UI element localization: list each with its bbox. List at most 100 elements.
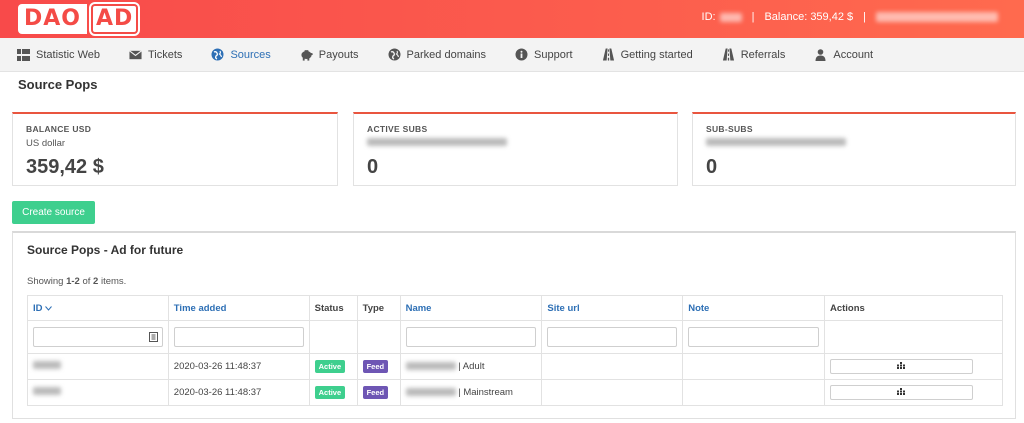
card-value: 0: [706, 156, 718, 178]
nav-parked-domains[interactable]: Parked domains: [388, 48, 487, 61]
site-url-cell: [541, 379, 684, 406]
card-sub-redacted: [367, 138, 664, 149]
nav-label: Payouts: [318, 48, 359, 61]
filter-row: [27, 320, 1004, 354]
card-sub-redacted: [706, 138, 1002, 149]
nav-statistic-web[interactable]: Statistic Web: [17, 48, 100, 61]
summary-prefix: Showing: [27, 276, 67, 287]
id-cell-redacted: [27, 353, 169, 380]
filter-cell: [541, 320, 684, 354]
time-added-cell: 2020-03-26 11:48:37: [167, 379, 310, 406]
user-email-redacted[interactable]: [876, 12, 998, 22]
name-cell: | Mainstream: [399, 379, 543, 406]
column-header-note[interactable]: Note: [682, 295, 825, 321]
nav-label: Getting started: [620, 48, 693, 61]
filter-cell: [308, 320, 358, 354]
note-cell: [682, 379, 825, 406]
sort-chevron-down-icon: [45, 303, 53, 314]
panel-title: Source Pops - Ad for future: [27, 243, 184, 257]
nav-label: Sources: [230, 48, 271, 61]
sub-subs-card: SUB-SUBS 0: [692, 112, 1016, 186]
name-suffix: | Mainstream: [458, 387, 513, 398]
card-label: BALANCE USD: [26, 124, 92, 134]
nav-label: Referrals: [740, 48, 786, 61]
filter-cell: [682, 320, 825, 354]
items-summary: Showing 1-2 of 2 items.: [27, 276, 126, 287]
logo-ad-text: AD: [91, 4, 139, 34]
actions-cell: [823, 353, 1004, 380]
road-icon: [722, 48, 735, 61]
id-cell-redacted: [27, 379, 169, 406]
nav-support[interactable]: Support: [515, 48, 573, 61]
column-header-name[interactable]: Name: [399, 295, 543, 321]
create-source-button[interactable]: Create source: [12, 201, 95, 224]
nav-account[interactable]: Account: [814, 48, 873, 61]
filter-cell: [399, 320, 543, 354]
site-url-cell: [541, 353, 684, 380]
nav-referrals[interactable]: Referrals: [722, 48, 786, 61]
note-cell: [682, 353, 825, 380]
user-id-redacted: [719, 12, 742, 22]
nav-getting-started[interactable]: Getting started: [602, 48, 693, 61]
type-cell: Feed: [356, 353, 401, 380]
id-filter-input[interactable]: [33, 327, 163, 347]
active-subs-card: ACTIVE SUBS 0: [353, 112, 678, 186]
summary-mid: of: [79, 276, 94, 287]
column-header-id[interactable]: ID: [27, 295, 169, 321]
sources-panel: Source Pops - Ad for future Showing 1-2 …: [12, 231, 1016, 419]
dao-ad-logo[interactable]: DAO AD: [18, 4, 139, 34]
actions-cell: [823, 379, 1004, 406]
globe-icon: [211, 48, 224, 61]
type-badge: Feed: [362, 360, 389, 373]
filter-list-icon: [148, 332, 158, 345]
user-id-label: ID:: [701, 11, 716, 23]
balance-display: Balance: 359,42 $: [764, 11, 854, 23]
actions-menu-button[interactable]: [829, 359, 973, 374]
column-header-type: Type: [356, 295, 401, 321]
card-sub: US dollar: [26, 138, 66, 149]
status-badge: Active: [314, 360, 346, 373]
card-label: SUB-SUBS: [706, 124, 753, 134]
road-icon: [602, 48, 615, 61]
filter-cell: [167, 320, 310, 354]
card-value: 0: [367, 156, 379, 178]
nav-label: Tickets: [148, 48, 183, 61]
balance-card: BALANCE USD US dollar 359,42 $: [12, 112, 338, 186]
note-filter-input[interactable]: [688, 327, 819, 347]
sources-table: ID Time added Status Type Name Site url …: [27, 295, 1004, 406]
site-url-filter-input[interactable]: [547, 327, 678, 347]
table-row: 2020-03-26 11:48:37 Active Feed | Mainst…: [27, 379, 1004, 406]
table-row: 2020-03-26 11:48:37 Active Feed | Adult: [27, 353, 1004, 380]
nav-payouts[interactable]: Payouts: [300, 48, 359, 61]
card-label: ACTIVE SUBS: [367, 124, 428, 134]
logo-dao-text: DAO: [18, 4, 87, 34]
nav-label: Parked domains: [406, 48, 487, 61]
nav-sources[interactable]: Sources: [211, 48, 271, 61]
column-header-site-url[interactable]: Site url: [541, 295, 684, 321]
actions-icon: [897, 387, 906, 398]
column-header-actions: Actions: [823, 295, 1004, 321]
column-label: ID: [33, 302, 43, 314]
header-separator: |: [751, 11, 755, 23]
page-title: Source Pops: [18, 77, 98, 92]
nav-label: Support: [534, 48, 573, 61]
name-filter-input[interactable]: [405, 327, 537, 347]
grid-icon: [17, 48, 30, 61]
name-cell: | Adult: [399, 353, 543, 380]
envelope-icon: [129, 48, 142, 61]
top-header: DAO AD ID: | Balance: 359,42 $ |: [0, 0, 1024, 38]
table-header-row: ID Time added Status Type Name Site url …: [27, 295, 1004, 321]
info-icon: [515, 48, 528, 61]
nav-tickets[interactable]: Tickets: [129, 48, 182, 61]
column-header-status: Status: [308, 295, 358, 321]
actions-menu-button[interactable]: [829, 385, 973, 400]
status-cell: Active: [308, 353, 358, 380]
filter-cell: [356, 320, 401, 354]
actions-icon: [897, 361, 906, 372]
time-added-filter-input[interactable]: [173, 327, 304, 347]
name-suffix: | Adult: [458, 361, 485, 372]
summary-range: 1-2: [66, 276, 80, 287]
card-value: 359,42 $: [26, 156, 104, 178]
header-separator: |: [863, 11, 866, 23]
column-header-time-added[interactable]: Time added: [167, 295, 310, 321]
